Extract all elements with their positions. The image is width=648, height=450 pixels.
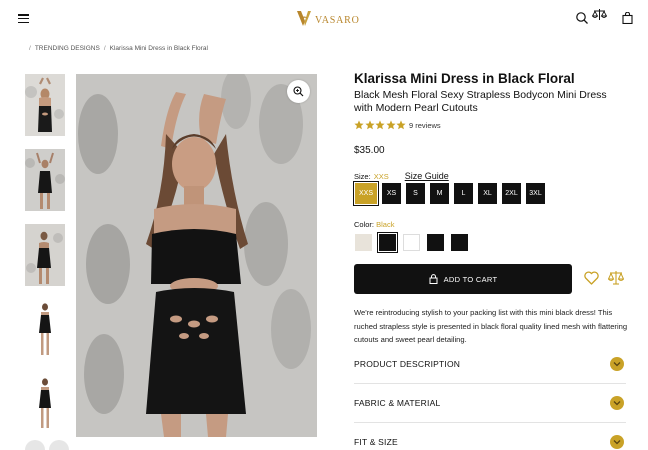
size-option-xxs[interactable]: XXS <box>353 181 379 206</box>
star-icon <box>354 120 364 130</box>
add-to-cart-button[interactable]: ADD TO CART <box>354 264 572 294</box>
breadcrumb: / TRENDING DESIGNS / Klarissa Mini Dress… <box>29 45 208 52</box>
logo-mark-icon <box>297 11 311 26</box>
review-count[interactable]: 9 reviews <box>409 121 441 130</box>
lock-icon <box>429 274 438 284</box>
zoom-button[interactable] <box>287 80 310 103</box>
breadcrumb-current: Klarissa Mini Dress in Black Floral <box>109 45 208 52</box>
rating-stars <box>354 120 406 130</box>
size-option-s[interactable]: S <box>406 183 425 204</box>
product-subtitle: Black Mesh Floral Sexy Strapless Bodycon… <box>354 89 607 114</box>
color-swatches <box>355 231 468 254</box>
compare-icon[interactable] <box>592 8 607 22</box>
thumbnail-5[interactable] <box>25 374 65 436</box>
size-option-2xl[interactable]: 2XL <box>502 183 521 204</box>
accordion-divider <box>354 383 626 384</box>
menu-icon[interactable] <box>18 14 29 24</box>
accordion-divider <box>354 422 626 423</box>
size-options: XXS XS S M L XL 2XL 3XL <box>353 181 545 206</box>
product-title: Klarissa Mini Dress in Black Floral <box>354 71 575 86</box>
size-option-3xl[interactable]: 3XL <box>526 183 545 204</box>
main-product-image[interactable] <box>76 74 317 437</box>
search-icon[interactable] <box>575 11 589 25</box>
breadcrumb-link-trending[interactable]: TRENDING DESIGNS <box>35 45 100 52</box>
wishlist-heart-icon[interactable] <box>584 271 599 285</box>
logo-text: VASARO <box>315 14 360 26</box>
accordion-fit-size[interactable]: FIT & SIZE <box>354 435 624 449</box>
chevron-down-icon <box>610 396 624 410</box>
size-option-xl[interactable]: XL <box>478 183 497 204</box>
scroll-up-button[interactable] <box>25 440 45 450</box>
thumbnail-image <box>25 374 65 436</box>
logo[interactable]: VASARO <box>296 9 360 29</box>
product-description-text: We're reintroducing stylish to your pack… <box>354 308 628 344</box>
size-guide-link[interactable]: Size Guide <box>405 171 449 181</box>
thumbnail-image <box>25 149 65 211</box>
product-photo <box>76 74 317 437</box>
compare-scale-icon[interactable] <box>608 270 624 285</box>
thumbnail-3[interactable] <box>25 224 65 286</box>
breadcrumb-separator: / <box>103 45 106 52</box>
accordion-label: PRODUCT DESCRIPTION <box>354 359 461 369</box>
thumbnail-list <box>25 74 65 449</box>
chevron-down-icon <box>610 435 624 449</box>
scroll-down-button[interactable] <box>49 440 69 450</box>
product-price: $35.00 <box>354 145 385 156</box>
star-icon <box>396 120 406 130</box>
color-label: Color: <box>354 220 375 229</box>
selected-color: Black <box>376 220 395 229</box>
size-label: Size: <box>354 172 371 181</box>
color-swatch-1[interactable] <box>355 234 372 251</box>
selected-size: XXS <box>373 172 389 181</box>
color-selector-header: Color: Black <box>354 220 394 229</box>
star-icon <box>385 120 396 130</box>
thumbnail-4[interactable] <box>25 299 65 361</box>
size-selector-header: Size: XXS Size Guide <box>354 171 449 181</box>
color-swatch-5[interactable] <box>451 234 468 251</box>
site-header: VASARO <box>0 0 648 38</box>
size-option-m[interactable]: M <box>430 183 449 204</box>
color-swatch-3[interactable] <box>403 234 420 251</box>
color-swatch-2[interactable] <box>376 231 399 254</box>
thumbnail-1[interactable] <box>25 74 65 136</box>
breadcrumb-separator: / <box>29 45 31 52</box>
bag-icon[interactable] <box>622 12 633 24</box>
thumbnail-2[interactable] <box>25 149 65 211</box>
add-to-cart-label: ADD TO CART <box>443 274 498 284</box>
thumbnail-image <box>25 224 65 286</box>
accordion-fabric-material[interactable]: FABRIC & MATERIAL <box>354 396 624 410</box>
product-rating[interactable]: 9 reviews <box>354 120 441 130</box>
size-option-l[interactable]: L <box>454 183 473 204</box>
star-icon <box>375 120 385 130</box>
size-option-xs[interactable]: XS <box>382 183 401 204</box>
accordion-label: FIT & SIZE <box>354 437 398 447</box>
accordion-product-description[interactable]: PRODUCT DESCRIPTION <box>354 357 624 371</box>
thumbnail-image <box>25 74 65 136</box>
zoom-in-icon <box>293 86 304 97</box>
thumbnail-scroll[interactable] <box>25 440 69 450</box>
chevron-down-icon <box>610 357 624 371</box>
accordion-label: FABRIC & MATERIAL <box>354 398 441 408</box>
color-swatch-4[interactable] <box>427 234 444 251</box>
star-icon <box>364 120 375 130</box>
thumbnail-image <box>25 299 65 361</box>
